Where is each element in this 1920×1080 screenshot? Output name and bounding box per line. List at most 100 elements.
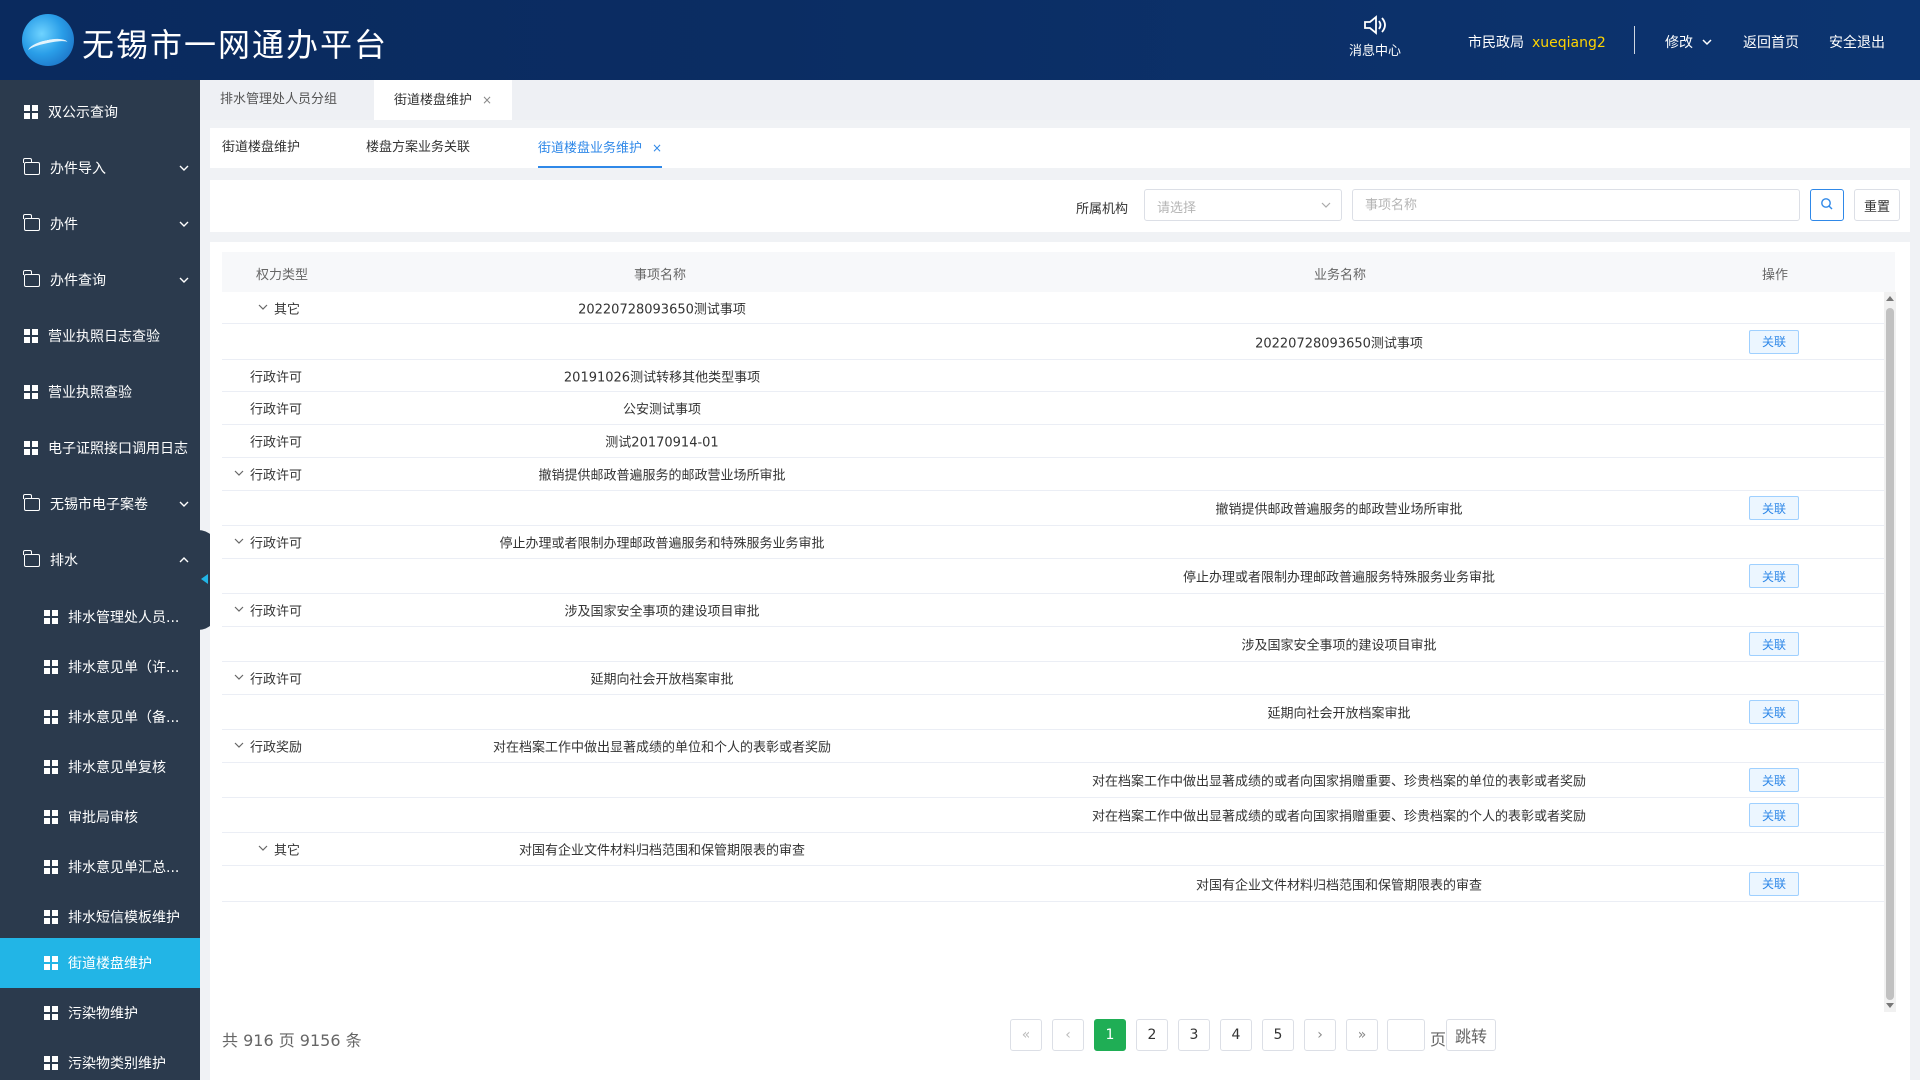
page-button[interactable]: 4: [1220, 1019, 1252, 1051]
sidebar-subitem[interactable]: 排水短信模板维护: [0, 892, 200, 942]
sidebar-item-label: 排水意见单汇总...: [68, 860, 180, 876]
sidebar-item-dual-publicity[interactable]: 双公示查询: [0, 84, 200, 140]
folder-icon: [23, 549, 40, 567]
expand-toggle-icon[interactable]: [258, 302, 268, 312]
cell-power-type: 行政许可: [250, 536, 303, 552]
sidebar-item-license-check[interactable]: 营业执照查验: [0, 364, 200, 420]
cell-power-type: 行政许可: [250, 402, 303, 418]
sidebar-item-label: 营业执照日志查验: [48, 329, 160, 345]
associate-button[interactable]: 关联: [1749, 632, 1799, 656]
scrollbar-thumb[interactable]: [1886, 308, 1894, 1000]
associate-button[interactable]: 关联: [1749, 329, 1799, 354]
cell-power-type: 行政许可: [250, 468, 303, 484]
page-unit-label: 页: [1430, 1030, 1447, 1049]
sidebar-item-drainage[interactable]: 排水: [0, 532, 200, 588]
sidebar-subitem[interactable]: 排水意见单（备...: [0, 692, 200, 742]
tab-label: 街道楼盘业务维护: [538, 141, 643, 156]
close-icon[interactable]: ×: [482, 93, 492, 107]
expand-toggle-icon[interactable]: [234, 604, 244, 614]
sidebar-subitem[interactable]: 审批局审核: [0, 792, 200, 842]
sidebar-item-import[interactable]: 办件导入: [0, 140, 200, 196]
table-child-row: 20220728093650测试事项 关联: [222, 324, 1884, 360]
chevron-down-icon: [179, 501, 189, 507]
cell-power-type: 行政许可: [250, 435, 303, 451]
associate-button[interactable]: 关联: [1749, 871, 1799, 896]
table-scrollbar[interactable]: [1884, 292, 1896, 1012]
table-panel: 权力类型 事项名称 业务名称 操作 其它 20220728093650测试事项 20…: [210, 242, 1910, 1080]
last-page-button[interactable]: »: [1346, 1019, 1378, 1051]
subtab-plan-business[interactable]: 楼盘方案业务关联: [366, 128, 470, 168]
sidebar-subitem-active[interactable]: 街道楼盘维护: [0, 938, 200, 988]
sidebar-subitem[interactable]: 排水管理处人员...: [0, 592, 200, 642]
cell-business-name: 涉及国家安全事项的建设项目审批: [1241, 638, 1437, 654]
next-page-button[interactable]: ›: [1304, 1019, 1336, 1051]
associate-button[interactable]: 关联: [1749, 768, 1799, 792]
cell-item-name: 20191026测试转移其他类型事项: [563, 370, 761, 385]
expand-toggle-icon[interactable]: [234, 672, 244, 682]
modify-dropdown[interactable]: 修改: [1665, 32, 1713, 52]
chevron-down-icon: [179, 165, 189, 171]
expand-toggle-icon[interactable]: [258, 843, 268, 853]
page-button[interactable]: 2: [1136, 1019, 1168, 1051]
sidebar-subitem[interactable]: 污染物类别维护: [0, 1038, 200, 1080]
associate-button[interactable]: 关联: [1749, 700, 1799, 724]
logout-link[interactable]: 安全退出: [1829, 32, 1885, 52]
sidebar-item-e-archive[interactable]: 无锡市电子案卷: [0, 476, 200, 532]
tab-label: 排水管理处人员分组: [220, 92, 338, 107]
home-link[interactable]: 返回首页: [1743, 32, 1799, 52]
table-row: 行政许可 20191026测试转移其他类型事项: [222, 360, 1884, 392]
scroll-up-icon[interactable]: [1886, 296, 1894, 301]
search-button[interactable]: [1810, 189, 1844, 221]
org-select-placeholder: 请选择: [1157, 201, 1197, 216]
table-child-row: 对在档案工作中做出显著成绩的或者向国家捐赠重要、珍贵档案的单位的表彰或者奖励 关联: [222, 763, 1884, 798]
sidebar-item-case-query[interactable]: 办件查询: [0, 252, 200, 308]
table-child-row: 停止办理或者限制办理邮政普遍服务特殊服务业务审批 关联: [222, 559, 1884, 594]
username: xueqiang2: [1532, 35, 1606, 51]
associate-button[interactable]: 关联: [1749, 496, 1799, 520]
page-button[interactable]: 5: [1262, 1019, 1294, 1051]
close-icon[interactable]: ×: [652, 141, 662, 155]
first-page-button[interactable]: «: [1010, 1019, 1042, 1051]
cell-business-name: 对在档案工作中做出显著成绩的或者向国家捐赠重要、珍贵档案的单位的表彰或者奖励: [1091, 774, 1587, 790]
table-row: 行政许可 停止办理或者限制办理邮政普遍服务和特殊服务业务审批: [222, 526, 1884, 559]
tab-drainage-staff-group[interactable]: 排水管理处人员分组: [200, 80, 357, 120]
main-content: 排水管理处人员分组 街道楼盘维护 × 街道楼盘维护 楼盘方案业务关联 街道楼盘业务…: [200, 80, 1920, 1080]
app-title: 无锡市一网通办平台: [82, 26, 389, 64]
sidebar-item-cases[interactable]: 办件: [0, 196, 200, 252]
item-name-input[interactable]: [1352, 189, 1800, 221]
sidebar-subitem[interactable]: 排水意见单汇总...: [0, 842, 200, 892]
org-select[interactable]: 请选择: [1144, 189, 1342, 221]
prev-page-button[interactable]: ‹: [1052, 1019, 1084, 1051]
folder-icon: [23, 213, 40, 231]
grid-icon: [24, 105, 38, 119]
expand-toggle-icon[interactable]: [234, 740, 244, 750]
cell-item-name: 延期向社会开放档案审批: [590, 672, 734, 688]
sidebar-item-license-log[interactable]: 营业执照日志查验: [0, 308, 200, 364]
grid-icon: [44, 760, 58, 774]
table-row: 行政许可 撤销提供邮政普遍服务的邮政营业场所审批: [222, 458, 1884, 491]
scroll-down-icon[interactable]: [1886, 1003, 1894, 1008]
tab-street-building[interactable]: 街道楼盘维护 ×: [374, 80, 513, 120]
sidebar-subitem[interactable]: 排水意见单复核: [0, 742, 200, 792]
associate-button[interactable]: 关联: [1749, 803, 1799, 827]
filter-bar: 所属机构 请选择 重置: [210, 180, 1910, 232]
subtab-street-building[interactable]: 街道楼盘维护: [222, 128, 300, 168]
jump-page-input[interactable]: [1387, 1019, 1425, 1051]
sidebar-item-label: 办件: [50, 217, 78, 233]
expand-toggle-icon[interactable]: [234, 536, 244, 546]
cell-item-name: 撤销提供邮政普遍服务的邮政营业场所审批: [538, 468, 786, 484]
sidebar-subitem[interactable]: 排水意见单（许...: [0, 642, 200, 692]
page-button[interactable]: 1: [1094, 1019, 1126, 1051]
sidebar-item-ecert-log[interactable]: 电子证照接口调用日志: [0, 420, 200, 476]
expand-toggle-icon[interactable]: [234, 468, 244, 478]
sidebar-subitem[interactable]: 污染物维护: [0, 988, 200, 1038]
message-center-button[interactable]: 消息中心: [1335, 14, 1415, 59]
jump-button[interactable]: 跳转: [1446, 1019, 1496, 1051]
sidebar-item-label: 双公示查询: [48, 105, 118, 121]
subtab-street-business[interactable]: 街道楼盘业务维护 ×: [538, 128, 663, 168]
page-button[interactable]: 3: [1178, 1019, 1210, 1051]
associate-button[interactable]: 关联: [1749, 564, 1799, 588]
table-row: 其它 20220728093650测试事项: [222, 292, 1884, 324]
reset-button[interactable]: 重置: [1854, 189, 1900, 221]
cell-item-name: 对在档案工作中做出显著成绩的单位和个人的表彰或者奖励: [492, 740, 832, 756]
